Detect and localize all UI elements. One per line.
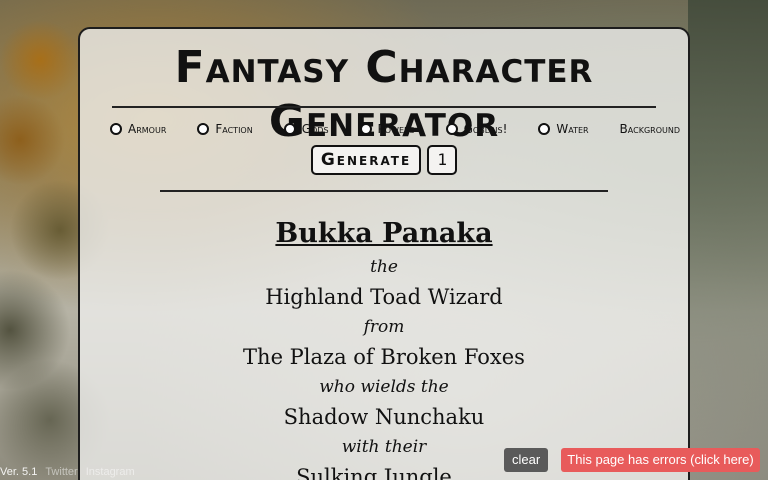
clear-button[interactable]: clear	[504, 448, 549, 472]
instagram-link[interactable]: Instagram	[86, 466, 135, 480]
option-label: Faction	[215, 122, 253, 136]
character-class: Highland Toad Wizard	[265, 285, 503, 309]
errors-button[interactable]: This page has errors (click here)	[561, 448, 760, 472]
radio-icon[interactable]	[445, 123, 458, 135]
version-label: Ver. 5.1	[0, 466, 38, 478]
option-background[interactable]: Background	[620, 122, 680, 136]
count-input[interactable]: 1	[427, 145, 458, 175]
background-cliffs	[688, 0, 768, 480]
radio-icon[interactable]	[359, 123, 372, 135]
result-divider	[160, 190, 608, 192]
option-powers[interactable]: Powers	[359, 122, 415, 136]
joiner-from: from	[363, 317, 405, 337]
option-water[interactable]: Water	[538, 122, 589, 136]
radio-icon[interactable]	[538, 123, 551, 135]
generate-button[interactable]: Generate	[310, 145, 422, 175]
generator-panel: Fantasy Character Generator Armour Facti…	[78, 27, 690, 480]
title-divider	[112, 106, 656, 108]
joiner-wields: who wields the	[319, 377, 449, 397]
twitter-link[interactable]: Twitter	[45, 466, 77, 480]
option-gods[interactable]: Gods	[283, 122, 329, 136]
generate-row: Generate 1	[80, 145, 688, 175]
joiner-the: the	[370, 257, 398, 277]
option-goblins[interactable]: Goblins!	[445, 122, 508, 136]
option-armour[interactable]: Armour	[110, 122, 166, 136]
footer-links: Ver. 5.1 Twitter Instagram	[0, 466, 135, 480]
option-label: Goblins!	[463, 122, 508, 136]
radio-icon[interactable]	[283, 123, 296, 135]
option-label: Water	[556, 122, 589, 136]
option-label: Background	[619, 122, 680, 136]
radio-icon[interactable]	[197, 123, 210, 135]
character-result: Bukka Panaka the Highland Toad Wizard fr…	[80, 215, 688, 480]
option-faction[interactable]: Faction	[197, 122, 253, 136]
character-weapon: Shadow Nunchaku	[283, 405, 485, 429]
character-origin: The Plaza of Broken Foxes	[243, 345, 525, 369]
option-bar: Armour Faction Gods Powers Goblins! Wate…	[110, 119, 680, 139]
character-name: Bukka Panaka	[275, 218, 493, 249]
option-label: Powers	[377, 122, 415, 136]
radio-icon[interactable]	[110, 123, 122, 135]
option-label: Armour	[128, 122, 167, 136]
option-label: Gods	[301, 122, 329, 136]
